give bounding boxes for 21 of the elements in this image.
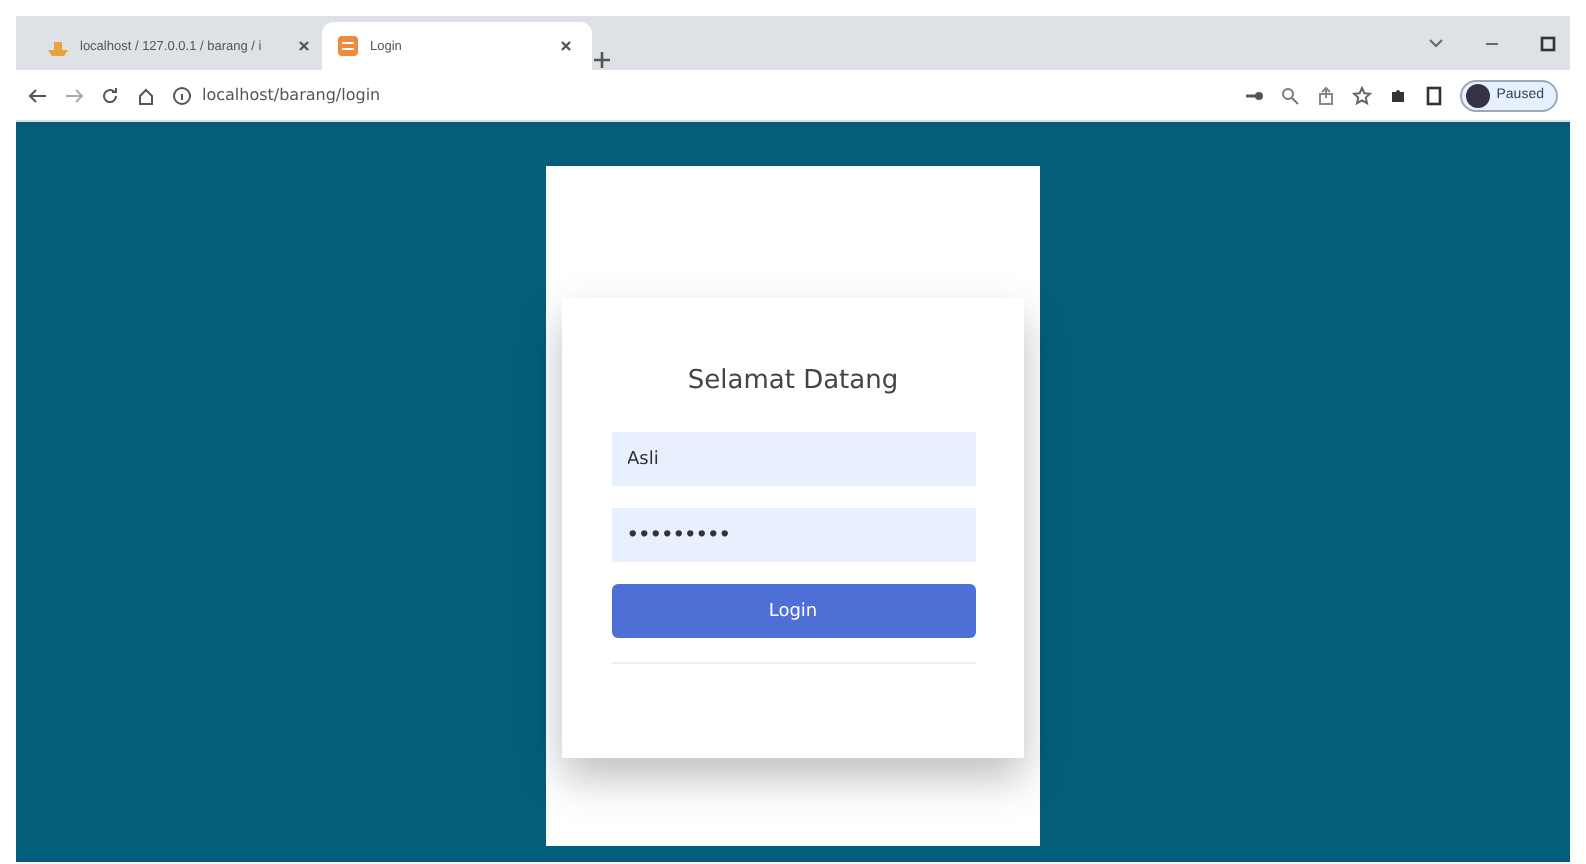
search-icon[interactable] (1280, 85, 1301, 105)
address-field[interactable]: localhost/barang/login (202, 86, 381, 104)
reload-icon[interactable] (100, 85, 120, 105)
avatar-icon (1466, 83, 1491, 107)
password-field[interactable]: ••••••••• (611, 508, 975, 562)
plus-icon[interactable] (592, 50, 612, 70)
page-icon (338, 36, 358, 56)
ship-icon (48, 37, 68, 55)
welcome-title: Selamat Datang (687, 366, 899, 396)
info-icon[interactable] (172, 85, 192, 105)
star-icon[interactable] (1352, 85, 1373, 105)
home-icon[interactable] (136, 85, 156, 105)
close-icon[interactable] (556, 36, 576, 56)
chevron-down-icon[interactable] (1426, 33, 1446, 53)
share-icon[interactable] (1316, 85, 1337, 105)
back-icon[interactable] (28, 85, 48, 105)
username-field[interactable]: Asli (611, 432, 975, 486)
login-button[interactable]: Login (611, 584, 975, 638)
close-icon[interactable] (294, 36, 314, 56)
sidebar-icon[interactable] (1424, 85, 1445, 105)
restore-icon[interactable] (1538, 33, 1558, 53)
